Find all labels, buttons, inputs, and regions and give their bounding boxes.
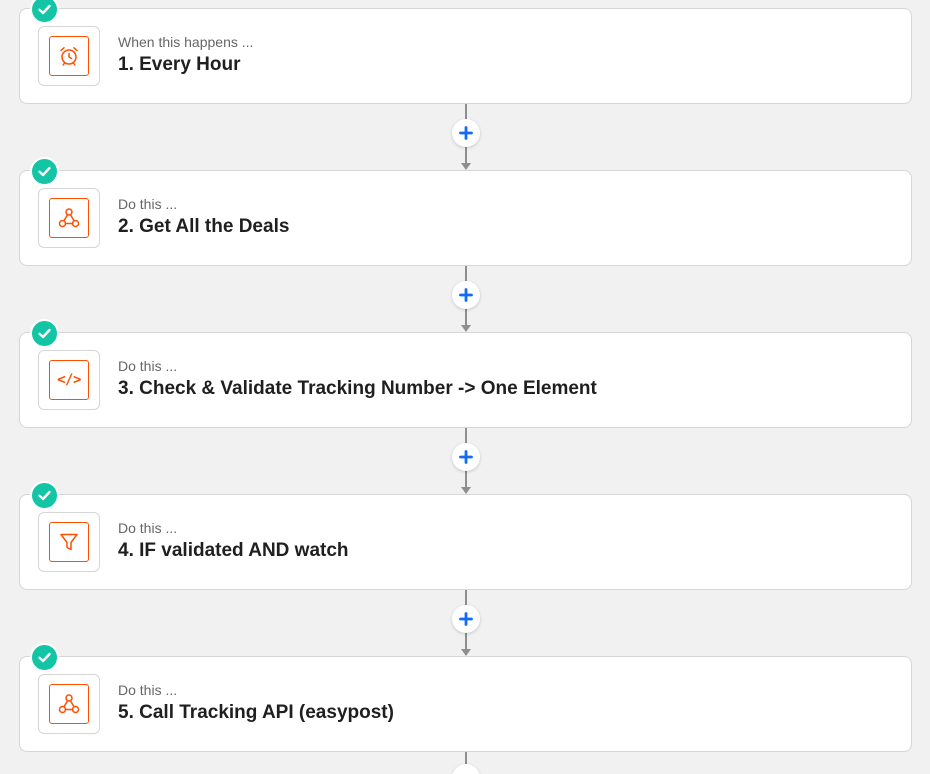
app-tile-code: </> (38, 350, 100, 410)
app-tile-webhooks (38, 188, 100, 248)
alarm-clock-icon (49, 36, 89, 76)
arrow-down-icon (461, 649, 471, 656)
step-card-1[interactable]: When this happens ... 1. Every Hour (19, 0, 912, 104)
check-icon (30, 643, 59, 672)
step-kind-label: Do this ... (118, 358, 178, 374)
zap-editor-canvas: When this happens ... 1. Every Hour Do t… (0, 0, 930, 774)
step-title: 3. Check & Validate Tracking Number -> O… (118, 378, 597, 399)
app-tile-schedule (38, 26, 100, 86)
add-step-button[interactable] (452, 443, 480, 471)
plus-icon (459, 288, 473, 302)
step-title: 5. Call Tracking API (easypost) (118, 702, 394, 723)
code-glyph: </> (57, 372, 81, 388)
add-step-button[interactable] (452, 764, 480, 774)
arrow-down-icon (461, 325, 471, 332)
check-icon (30, 0, 59, 24)
step-card-5[interactable]: Do this ... 5. Call Tracking API (easypo… (19, 643, 912, 752)
step-card-3[interactable]: </> Do this ... 3. Check & Validate Trac… (19, 319, 912, 428)
step-title: 1. Every Hour (118, 54, 241, 75)
code-icon: </> (49, 360, 89, 400)
add-step-button[interactable] (452, 281, 480, 309)
check-icon (30, 319, 59, 348)
app-tile-webhooks (38, 674, 100, 734)
plus-icon (459, 612, 473, 626)
step-kind-label: Do this ... (118, 196, 178, 212)
check-icon (30, 481, 59, 510)
plus-icon (459, 126, 473, 140)
add-step-button[interactable] (452, 605, 480, 633)
add-step-button[interactable] (452, 119, 480, 147)
step-title: 4. IF validated AND watch (118, 540, 349, 561)
step-card-2[interactable]: Do this ... 2. Get All the Deals (19, 157, 912, 266)
step-card-4[interactable]: Do this ... 4. IF validated AND watch (19, 481, 912, 590)
plus-icon (459, 450, 473, 464)
step-kind-label: Do this ... (118, 682, 178, 698)
webhook-icon (49, 198, 89, 238)
check-icon (30, 157, 59, 186)
filter-icon (49, 522, 89, 562)
arrow-down-icon (461, 163, 471, 170)
app-tile-filter (38, 512, 100, 572)
webhook-icon (49, 684, 89, 724)
step-kind-label: Do this ... (118, 520, 178, 536)
step-kind-label: When this happens ... (118, 34, 254, 50)
step-title: 2. Get All the Deals (118, 216, 290, 237)
arrow-down-icon (461, 487, 471, 494)
